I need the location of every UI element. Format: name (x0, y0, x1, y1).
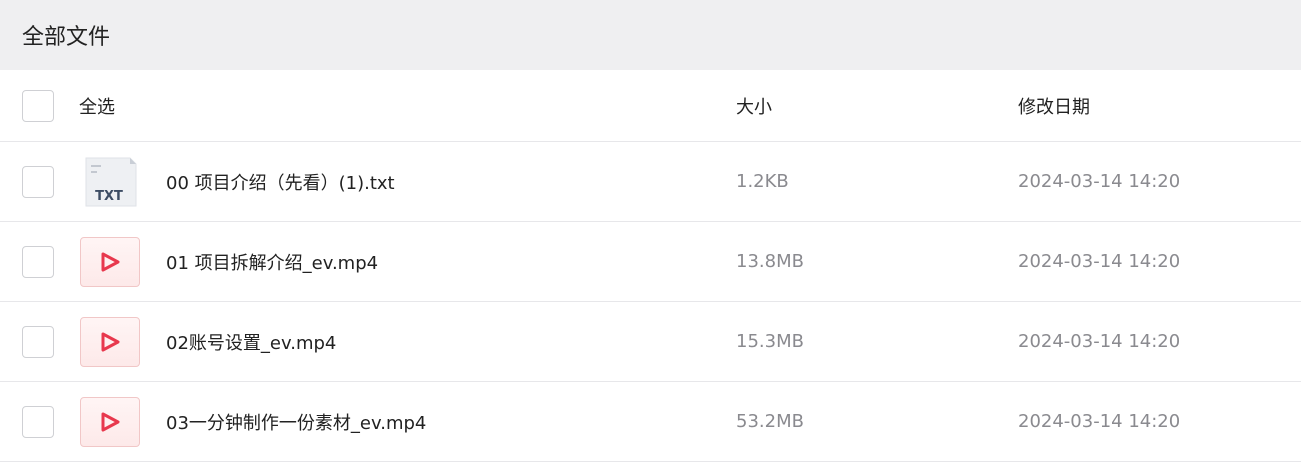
play-icon (101, 412, 120, 431)
file-size: 13.8MB (736, 251, 804, 272)
modified-column-header[interactable]: 修改日期 (1018, 93, 1090, 119)
file-row[interactable]: TXT 00 项目介绍（先看）(1).txt 1.2KB 2024-03-14 … (0, 142, 1301, 222)
file-size: 15.3MB (736, 331, 804, 352)
file-name[interactable]: 02账号设置_ev.mp4 (166, 329, 336, 355)
file-list-panel: 全部文件 全选 大小 修改日期 TXT 00 项目介绍（先看）(1).txt 1… (0, 0, 1301, 463)
file-checkbox[interactable] (22, 245, 54, 278)
file-date: 2024-03-14 14:20 (1018, 411, 1181, 432)
txt-file-icon: TXT (80, 157, 140, 207)
file-row[interactable]: 02账号设置_ev.mp4 15.3MB 2024-03-14 14:20 (0, 302, 1301, 382)
file-row[interactable]: 01 项目拆解介绍_ev.mp4 13.8MB 2024-03-14 14:20 (0, 222, 1301, 302)
file-checkbox[interactable] (22, 325, 54, 358)
select-all-checkbox[interactable] (22, 89, 54, 122)
video-file-icon (80, 316, 140, 367)
size-column-header[interactable]: 大小 (736, 93, 772, 119)
video-file-icon (80, 396, 140, 447)
txt-type-label: TXT (95, 189, 123, 204)
file-date: 2024-03-14 14:20 (1018, 171, 1181, 192)
play-icon (101, 252, 120, 271)
list-header: 全选 大小 修改日期 (0, 70, 1301, 142)
page-title: 全部文件 (0, 0, 1301, 70)
file-checkbox[interactable] (22, 405, 54, 438)
file-size: 1.2KB (736, 171, 789, 192)
file-name[interactable]: 00 项目介绍（先看）(1).txt (166, 169, 395, 195)
play-icon (101, 332, 120, 351)
file-row[interactable]: 03一分钟制作一份素材_ev.mp4 53.2MB 2024-03-14 14:… (0, 382, 1301, 462)
file-checkbox[interactable] (22, 165, 54, 198)
file-date: 2024-03-14 14:20 (1018, 331, 1181, 352)
file-name[interactable]: 01 项目拆解介绍_ev.mp4 (166, 249, 378, 275)
video-file-icon (80, 236, 140, 287)
file-name[interactable]: 03一分钟制作一份素材_ev.mp4 (166, 409, 426, 435)
file-date: 2024-03-14 14:20 (1018, 251, 1181, 272)
select-all-label[interactable]: 全选 (79, 93, 115, 119)
file-size: 53.2MB (736, 411, 804, 432)
